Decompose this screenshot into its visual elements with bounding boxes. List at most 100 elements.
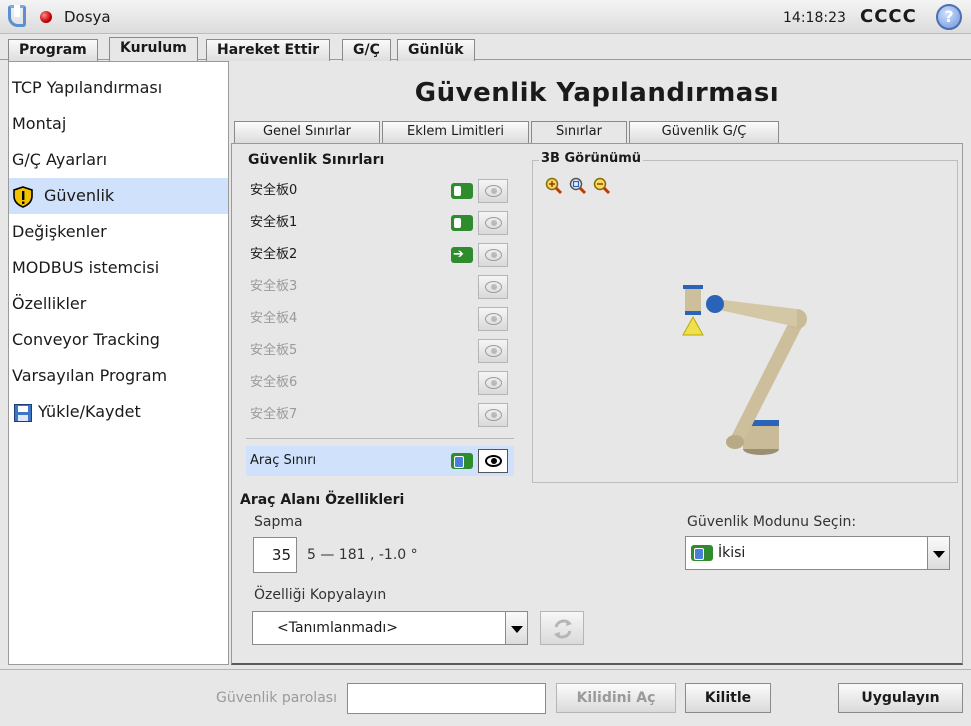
eye-icon: [485, 345, 502, 357]
lock-button[interactable]: Kilitle: [685, 683, 771, 713]
tab-kurulum[interactable]: Kurulum: [109, 37, 198, 61]
plane-row[interactable]: 安全板4: [246, 304, 514, 334]
warning-shield-icon: [13, 185, 33, 208]
tab-safety-io[interactable]: Güvenlik G/Ç: [629, 121, 779, 143]
robot-name: CCCC: [860, 6, 917, 27]
tab-io[interactable]: G/Ç: [342, 39, 391, 61]
plane-row[interactable]: 安全板1: [246, 208, 514, 238]
plane-row[interactable]: 安全板3: [246, 272, 514, 302]
robot-status-led-icon[interactable]: [40, 11, 52, 23]
visibility-button[interactable]: [478, 243, 508, 267]
sidebar-item-io-settings[interactable]: G/Ç Ayarları: [9, 142, 228, 178]
sidebar-item-label: Güvenlik: [44, 186, 115, 205]
tab-boundaries[interactable]: Sınırlar: [531, 121, 627, 143]
eye-icon: [485, 249, 502, 261]
sidebar-item-load-save[interactable]: Yükle/Kaydet: [9, 394, 228, 430]
bottom-bar: Güvenlik parolası Kilidini Aç Kilitle Uy…: [0, 669, 971, 726]
eye-icon: [485, 377, 502, 389]
page-title: Güvenlik Yapılandırması: [414, 78, 780, 108]
trigger-plane-icon[interactable]: ➔: [451, 247, 473, 263]
password-label: Güvenlik parolası: [216, 690, 337, 706]
plane-mode-toggle-icon[interactable]: [451, 183, 473, 199]
chevron-down-icon[interactable]: [505, 612, 527, 644]
eye-icon: [485, 281, 502, 293]
safety-mode-dropdown[interactable]: İkisi: [685, 536, 950, 570]
deviation-label: Sapma: [254, 514, 303, 530]
plane-label: 安全板5: [250, 343, 298, 358]
boundaries-tab-content: Güvenlik Sınırları 安全板0 安全板1 安全板2 ➔ 安全板3…: [231, 143, 963, 665]
robot-arm-3d-icon: [682, 285, 807, 455]
sidebar-item-conveyor[interactable]: Conveyor Tracking: [9, 322, 228, 358]
sidebar-item-ozellikler[interactable]: Özellikler: [9, 286, 228, 322]
clock: 14:18:23: [783, 10, 846, 26]
sidebar-item-label: Conveyor Tracking: [12, 330, 160, 349]
visibility-button[interactable]: [478, 449, 508, 473]
visibility-button[interactable]: [478, 307, 508, 331]
tab-general-limits[interactable]: Genel Sınırlar: [234, 121, 380, 143]
floppy-disk-icon: [14, 403, 32, 422]
chevron-down-icon[interactable]: [927, 537, 949, 569]
tab-hareket-ettir[interactable]: Hareket Ettir: [206, 39, 331, 61]
tab-joint-limits[interactable]: Eklem Limitleri: [382, 121, 529, 143]
plane-row[interactable]: 安全板0: [246, 176, 514, 206]
plane-label: 安全板3: [250, 279, 298, 294]
eye-icon: [485, 313, 502, 325]
sidebar-item-guvenlik[interactable]: Güvenlik: [9, 178, 228, 214]
tool-mode-toggle-icon[interactable]: [451, 453, 473, 469]
plane-row[interactable]: 安全板2 ➔: [246, 240, 514, 270]
tool-boundary-label: Araç Sınırı: [250, 453, 317, 468]
tab-program[interactable]: Program: [8, 39, 98, 61]
sidebar-item-tcp[interactable]: TCP Yapılandırması: [9, 70, 228, 106]
safety-panel: Güvenlik Yapılandırması Genel Sınırlar E…: [231, 61, 963, 665]
eye-icon: [485, 409, 502, 421]
visibility-button[interactable]: [478, 403, 508, 427]
plane-row[interactable]: 安全板5: [246, 336, 514, 366]
eye-icon: [485, 217, 502, 229]
sidebar-item-degiskenler[interactable]: Değişkenler: [9, 214, 228, 250]
tool-area-title: Araç Alanı Özellikleri: [240, 492, 405, 508]
visibility-button[interactable]: [478, 179, 508, 203]
sidebar-item-montaj[interactable]: Montaj: [9, 106, 228, 142]
installation-sidebar: TCP Yapılandırması Montaj G/Ç Ayarları G…: [8, 61, 229, 665]
view-3d[interactable]: 3B Görünümü: [532, 151, 958, 483]
visibility-button[interactable]: [478, 275, 508, 299]
view-3d-title: 3B Görünümü: [539, 151, 644, 166]
sidebar-item-default-program[interactable]: Varsayılan Program: [9, 358, 228, 394]
plane-label: 安全板0: [250, 183, 298, 198]
sidebar-item-label: Yükle/Kaydet: [38, 402, 141, 421]
zoom-fit-icon[interactable]: [569, 177, 587, 195]
plane-label: 安全板1: [250, 215, 298, 230]
plane-row[interactable]: 安全板7: [246, 400, 514, 430]
ur-logo-icon: [8, 5, 26, 27]
plane-label: 安全板4: [250, 311, 298, 326]
unlock-button[interactable]: Kilidini Aç: [556, 683, 676, 713]
sidebar-item-label: G/Ç Ayarları: [12, 150, 108, 169]
tab-gunluk[interactable]: Günlük: [397, 39, 475, 61]
refresh-button[interactable]: [540, 611, 584, 645]
visibility-button[interactable]: [478, 371, 508, 395]
tool-boundary-row[interactable]: Araç Sınırı: [246, 446, 514, 476]
eye-icon: [485, 185, 502, 197]
help-icon[interactable]: ?: [936, 4, 962, 30]
sidebar-item-label: Montaj: [12, 114, 67, 133]
eye-icon: [485, 455, 502, 467]
top-bar: Dosya 14:18:23 CCCC ?: [0, 0, 971, 34]
sidebar-item-label: MODBUS istemcisi: [12, 258, 160, 277]
plane-label: 安全板2: [250, 247, 298, 262]
deviation-input[interactable]: 35: [253, 537, 297, 573]
sidebar-item-label: Varsayılan Program: [12, 366, 168, 385]
visibility-button[interactable]: [478, 211, 508, 235]
apply-button[interactable]: Uygulayın: [838, 683, 963, 713]
zoom-out-icon[interactable]: [593, 177, 611, 195]
visibility-button[interactable]: [478, 339, 508, 363]
sidebar-item-label: Değişkenler: [12, 222, 107, 241]
copy-feature-dropdown[interactable]: <Tanımlanmadı>: [252, 611, 528, 645]
sidebar-item-label: Özellikler: [12, 294, 87, 313]
plane-mode-toggle-icon[interactable]: [451, 215, 473, 231]
password-input[interactable]: [347, 683, 546, 714]
sidebar-item-modbus[interactable]: MODBUS istemcisi: [9, 250, 228, 286]
file-menu[interactable]: Dosya: [64, 8, 111, 26]
zoom-in-icon[interactable]: [545, 177, 563, 195]
plane-label: 安全板7: [250, 407, 298, 422]
plane-row[interactable]: 安全板6: [246, 368, 514, 398]
